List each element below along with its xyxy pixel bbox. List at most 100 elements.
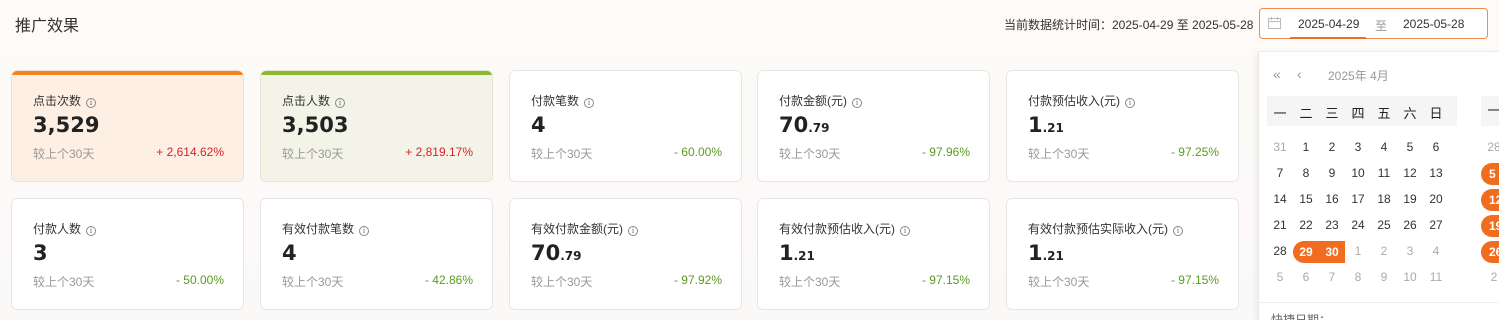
metric-card-clicks[interactable]: 点击次数 i 3,529 较上个30天 + 2,614.62% — [11, 70, 244, 182]
info-icon[interactable]: i — [584, 98, 595, 108]
calendar-day[interactable]: 2 — [1319, 140, 1345, 154]
info-icon[interactable]: i — [1173, 226, 1183, 236]
calendar-day[interactable]: 4 — [1371, 140, 1397, 154]
info-icon[interactable]: i — [86, 98, 97, 108]
next-month-day-selected[interactable]: 12 — [1481, 189, 1499, 211]
next-month-day[interactable]: 28 — [1481, 140, 1499, 154]
calendar-month-title: 2025年 4月 — [1328, 69, 1389, 83]
prev-year-icon[interactable]: « — [1273, 66, 1281, 82]
metric-card-valid-amount[interactable]: 有效付款金额(元) i 70.79 较上个30天 - 97.92% — [509, 198, 742, 310]
metric-card-valid-actual-income[interactable]: 有效付款预估实际收入(元) i 1.21 较上个30天 - 97.15% — [1006, 198, 1239, 310]
weekday-label: 日 — [1429, 106, 1443, 121]
change-percent: + 2,819.17% — [405, 145, 473, 159]
end-date-input[interactable]: 2025-05-28 — [1403, 17, 1464, 31]
calendar-day[interactable]: 10 — [1345, 166, 1371, 180]
start-date-input[interactable]: 2025-04-29 — [1298, 17, 1359, 31]
calendar-day[interactable]: 27 — [1423, 218, 1449, 232]
weekday-label: 三 — [1325, 106, 1339, 121]
info-icon[interactable]: i — [628, 226, 638, 236]
info-icon[interactable]: i — [359, 226, 370, 236]
calendar-day[interactable]: 1 — [1345, 244, 1371, 258]
metric-value: 4 — [531, 113, 546, 137]
calendar-week-row: 14 15 16 17 18 19 20 — [1267, 189, 1467, 211]
info-icon[interactable]: i — [852, 98, 862, 108]
calendar-day[interactable]: 13 — [1423, 166, 1449, 180]
calendar-day[interactable]: 7 — [1319, 270, 1345, 284]
calendar-day[interactable]: 17 — [1345, 192, 1371, 206]
calendar-day[interactable]: 22 — [1293, 218, 1319, 232]
calendar-day[interactable]: 3 — [1397, 244, 1423, 258]
info-icon[interactable]: i — [335, 98, 346, 108]
calendar-day[interactable]: 25 — [1371, 218, 1397, 232]
compare-label: 较上个30天 — [531, 275, 593, 289]
calendar-day[interactable]: 23 — [1319, 218, 1345, 232]
metric-label: 有效付款预估收入(元) i — [779, 220, 910, 237]
calendar-day[interactable]: 1 — [1293, 140, 1319, 154]
metric-card-est-income[interactable]: 付款预估收入(元) i 1.21 较上个30天 - 97.25% — [1006, 70, 1239, 182]
calendar-day[interactable]: 11 — [1423, 270, 1449, 284]
page-title: 推广效果 — [15, 18, 80, 35]
calendar-icon — [1268, 17, 1281, 29]
calendar-day[interactable]: 19 — [1397, 192, 1423, 206]
next-month-day[interactable]: 2 — [1481, 270, 1499, 284]
calendar-day[interactable]: 14 — [1267, 192, 1293, 206]
calendar-day-selected[interactable]: 30 — [1319, 241, 1345, 263]
calendar-day-selected-start[interactable]: 29 — [1293, 241, 1319, 263]
metric-card-amount[interactable]: 付款金额(元) i 70.79 较上个30天 - 97.96% — [757, 70, 990, 182]
compare-label: 较上个30天 — [531, 147, 593, 161]
metric-label: 有效付款笔数 i — [282, 220, 370, 237]
calendar-day[interactable]: 16 — [1319, 192, 1345, 206]
calendar-day[interactable]: 31 — [1267, 140, 1293, 154]
weekday-label: 四 — [1351, 106, 1365, 121]
calendar-day[interactable]: 2 — [1371, 244, 1397, 258]
calendar-day[interactable]: 7 — [1267, 166, 1293, 180]
calendar-day[interactable]: 15 — [1293, 192, 1319, 206]
calendar-day[interactable]: 3 — [1345, 140, 1371, 154]
metric-label: 有效付款预估实际收入(元) i — [1028, 220, 1183, 237]
metric-label: 付款预估收入(元) i — [1028, 92, 1135, 109]
calendar-day[interactable]: 18 — [1371, 192, 1397, 206]
calendar-day[interactable]: 8 — [1293, 166, 1319, 180]
metric-label: 点击次数 i — [33, 92, 97, 109]
info-icon[interactable]: i — [1125, 98, 1135, 108]
metric-card-orders[interactable]: 付款笔数 i 4 较上个30天 - 60.00% — [509, 70, 742, 182]
metric-card-valid-est-income[interactable]: 有效付款预估收入(元) i 1.21 较上个30天 - 97.15% — [757, 198, 990, 310]
info-icon[interactable]: i — [900, 226, 910, 236]
metric-card-visitors[interactable]: 点击人数 i 3,503 较上个30天 + 2,819.17% — [260, 70, 493, 182]
info-icon[interactable]: i — [86, 226, 97, 236]
change-percent: - 60.00% — [673, 145, 722, 159]
calendar-day[interactable]: 28 — [1267, 244, 1293, 258]
next-month-day-selected[interactable]: 5 — [1481, 163, 1499, 185]
compare-label: 较上个30天 — [779, 147, 841, 161]
calendar-day[interactable]: 9 — [1371, 270, 1397, 284]
calendar-day[interactable]: 4 — [1423, 244, 1449, 258]
calendar-day[interactable]: 11 — [1371, 166, 1397, 180]
date-range-picker[interactable]: 2025-04-29 至 2025-05-28 — [1259, 8, 1488, 39]
calendar-day[interactable]: 5 — [1267, 270, 1293, 284]
calendar-day[interactable]: 20 — [1423, 192, 1449, 206]
metric-card-buyers[interactable]: 付款人数 i 3 较上个30天 - 50.00% — [11, 198, 244, 310]
change-percent: - 42.86% — [424, 273, 473, 287]
calendar-day[interactable]: 6 — [1293, 270, 1319, 284]
calendar-day[interactable]: 26 — [1397, 218, 1423, 232]
calendar-day[interactable]: 9 — [1319, 166, 1345, 180]
calendar-week-row: 31 1 2 3 4 5 6 — [1267, 137, 1467, 159]
stat-range-text: 当前数据统计时间：2025-04-29 至 2025-05-28 — [1004, 18, 1254, 32]
metric-card-valid-orders[interactable]: 有效付款笔数 i 4 较上个30天 - 42.86% — [260, 198, 493, 310]
next-month-day-selected[interactable]: 26 — [1481, 241, 1499, 263]
calendar-day[interactable]: 24 — [1345, 218, 1371, 232]
change-percent: - 97.15% — [921, 273, 970, 287]
calendar-day[interactable]: 8 — [1345, 270, 1371, 284]
compare-label: 较上个30天 — [779, 275, 841, 289]
metric-value: 3,503 — [282, 113, 349, 137]
calendar-day[interactable]: 6 — [1423, 140, 1449, 154]
calendar-day[interactable]: 10 — [1397, 270, 1423, 284]
calendar-day[interactable]: 12 — [1397, 166, 1423, 180]
calendar-day[interactable]: 5 — [1397, 140, 1423, 154]
metric-label: 付款人数 i — [33, 220, 97, 237]
range-separator: 至 — [1375, 19, 1388, 33]
next-month-day-selected[interactable]: 19 — [1481, 215, 1499, 237]
calendar-day[interactable]: 21 — [1267, 218, 1293, 232]
prev-month-icon[interactable]: ‹ — [1297, 66, 1302, 82]
calendar-week-row: 5 6 7 8 9 10 11 — [1267, 267, 1467, 289]
